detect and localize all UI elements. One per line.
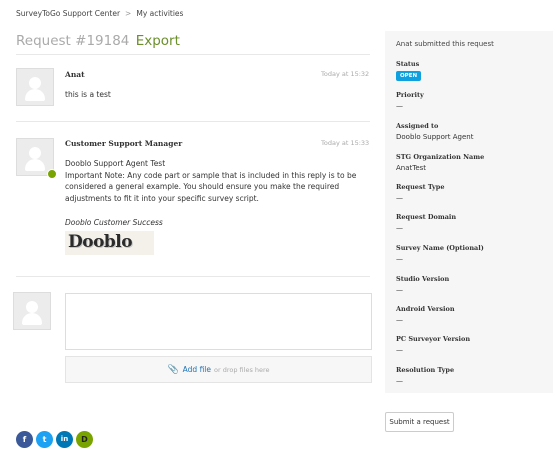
breadcrumb-current[interactable]: My activities bbox=[136, 9, 183, 18]
logo-text: Dooblo bbox=[68, 232, 133, 252]
field-value: — bbox=[396, 316, 403, 324]
add-file-link[interactable]: Add file bbox=[183, 365, 211, 374]
paperclip-icon: 📎 bbox=[167, 365, 179, 375]
field-label: Request Type bbox=[396, 183, 445, 191]
field-value: — bbox=[396, 255, 403, 263]
field-value: — bbox=[396, 194, 403, 202]
comment-line: adjustments to fit it into your specific… bbox=[65, 193, 259, 203]
comment-author: Anat bbox=[65, 70, 85, 79]
field-value: — bbox=[396, 346, 403, 354]
divider bbox=[16, 121, 370, 122]
signature: Dooblo Customer Success bbox=[65, 218, 163, 227]
comment-body: Dooblo Support Agent Test Important Note… bbox=[65, 158, 356, 204]
field-label: Survey Name (Optional) bbox=[396, 244, 484, 252]
submit-request-button[interactable]: Submit a request bbox=[385, 412, 454, 432]
comment-line: Dooblo Support Agent Test bbox=[65, 159, 166, 168]
field-label: Priority bbox=[396, 91, 424, 99]
field-label: Resolution Type bbox=[396, 366, 455, 374]
export-link[interactable]: Export bbox=[136, 33, 180, 49]
field-value: — bbox=[396, 102, 403, 110]
field-label: Request Domain bbox=[396, 213, 457, 221]
divider bbox=[16, 54, 370, 55]
page-title: Request #19184 Export bbox=[16, 33, 180, 49]
divider bbox=[16, 276, 370, 277]
field-value: — bbox=[396, 377, 403, 385]
field-label: Android Version bbox=[396, 305, 455, 313]
field-value: — bbox=[396, 286, 403, 294]
comment-line: considered a general example. You should… bbox=[65, 182, 340, 191]
comment-line: Important Note: Any code part or sample … bbox=[65, 170, 357, 180]
comment-time: Today at 15:33 bbox=[321, 139, 370, 147]
submitted-text: Anat submitted this request bbox=[396, 40, 494, 48]
facebook-icon[interactable]: f bbox=[16, 431, 33, 448]
linkedin-icon[interactable]: in bbox=[56, 431, 73, 448]
twitter-icon[interactable]: t bbox=[36, 431, 53, 448]
field-label: Assigned to bbox=[396, 122, 439, 130]
field-label: PC Surveyor Version bbox=[396, 335, 471, 343]
request-title: Request #19184 bbox=[16, 33, 130, 49]
breadcrumb-separator: > bbox=[125, 9, 132, 18]
field-value: Dooblo Support Agent bbox=[396, 133, 474, 141]
dooblo-logo: Dooblo bbox=[65, 231, 154, 255]
field-value: AnatTest bbox=[396, 164, 427, 172]
status-label: Status bbox=[396, 60, 420, 68]
avatar bbox=[16, 68, 54, 106]
drop-hint: or drop files here bbox=[214, 366, 270, 374]
field-label: STG Organization Name bbox=[396, 153, 485, 161]
attach-dropzone[interactable]: 📎 Add file or drop files here bbox=[65, 356, 372, 383]
breadcrumb: SurveyToGo Support Center > My activities bbox=[16, 9, 183, 18]
comment-body: this is a test bbox=[65, 90, 111, 99]
comment-author: Customer Support Manager bbox=[65, 139, 183, 148]
request-sidebar: Anat submitted this request Status OPEN … bbox=[385, 31, 553, 393]
reply-textarea[interactable] bbox=[65, 293, 372, 350]
breadcrumb-home[interactable]: SurveyToGo Support Center bbox=[16, 9, 120, 18]
field-label: Studio Version bbox=[396, 275, 450, 283]
field-value: — bbox=[396, 224, 403, 232]
status-badge: OPEN bbox=[396, 71, 422, 81]
agent-badge-icon bbox=[47, 169, 57, 179]
dooblo-icon[interactable]: D bbox=[76, 431, 93, 448]
comment-time: Today at 15:32 bbox=[321, 70, 370, 78]
avatar bbox=[13, 292, 51, 330]
